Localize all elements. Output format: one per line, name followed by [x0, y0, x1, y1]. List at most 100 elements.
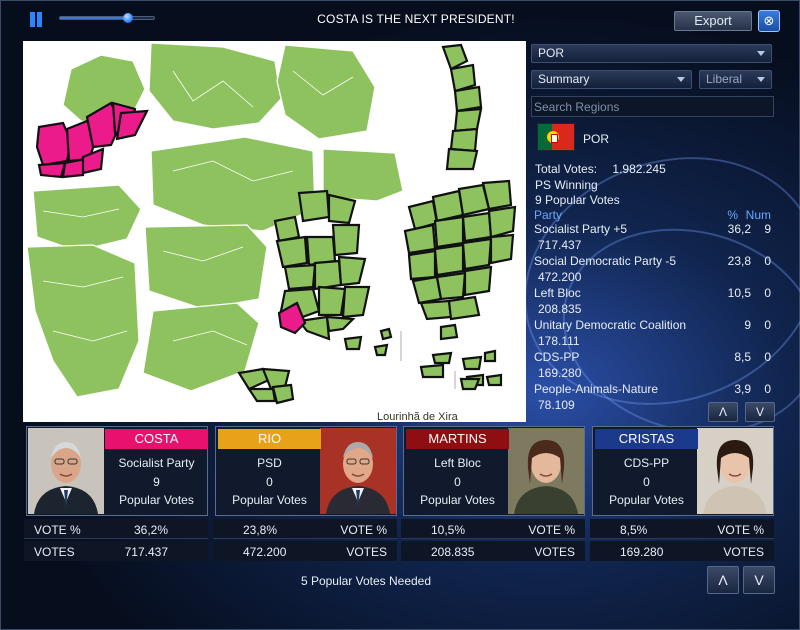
candidate-photo [508, 428, 584, 514]
map-highlight-cluster[interactable] [35, 101, 149, 179]
candidate-votes-label: Popular Votes [119, 493, 194, 507]
candidate-card[interactable]: CRISTAS CDS-PP 0 Popular Votes [592, 426, 774, 516]
candidate-card[interactable]: COSTA Socialist Party 9 Popular Votes [26, 426, 208, 516]
votes-row: VOTES 208.835 [401, 541, 585, 561]
map-district-aveiro[interactable] [32, 184, 142, 252]
candidate-scroll-up-button[interactable]: Λ [707, 566, 739, 594]
party-name: CDS-PP [534, 350, 580, 364]
close-button[interactable]: ⊗ [758, 10, 780, 32]
view-select[interactable]: Summary [531, 70, 692, 89]
candidate-card[interactable]: MARTINS Left Bloc 0 Popular Votes [403, 426, 585, 516]
candidate-party: Socialist Party [118, 456, 195, 470]
stat-value: 10,5% [431, 523, 466, 537]
party-votes: 472.200 [538, 270, 582, 284]
party-percent: 23,8 [727, 254, 751, 268]
party-percent: 8,5 [734, 350, 751, 364]
stat-label: VOTE % [340, 523, 387, 537]
vote-percent-row: VOTE % 8,5% [590, 519, 774, 539]
stat-label: VOTES [34, 545, 75, 559]
country-flag-icon [537, 123, 575, 151]
candidate-name: CRISTAS [595, 429, 698, 449]
stat-value: 472.200 [243, 545, 287, 559]
party-num: 0 [764, 254, 771, 268]
party-name: Socialist Party +5 [534, 222, 628, 236]
stat-value: 23,8% [243, 523, 278, 537]
party-num: 0 [764, 318, 771, 332]
region-name: POR [583, 132, 610, 146]
total-votes-line: Total Votes: 1.982.245 [535, 162, 666, 176]
map-district-vilareal[interactable] [276, 44, 376, 140]
candidate-popular-votes: 0 [643, 475, 650, 489]
stat-label: VOTES [723, 545, 764, 559]
col-party: Party [534, 208, 563, 222]
stat-label: VOTE % [717, 523, 764, 537]
stat-value: 36,2% [133, 523, 168, 537]
candidate-photo [28, 428, 104, 514]
chevron-down-icon [677, 77, 685, 82]
party-name: Unitary Democratic Coalition [534, 318, 687, 332]
candidate-popular-votes: 0 [454, 475, 461, 489]
party-row[interactable]: Socialist Party +5 717.437 36,2 9 [531, 222, 777, 254]
popular-votes-text: 9 Popular Votes [535, 193, 620, 207]
candidate-photo [320, 428, 396, 514]
candidate-party: PSD [257, 456, 282, 470]
candidate-name: RIO [218, 429, 321, 449]
party-name: Social Democratic Party -5 [534, 254, 677, 268]
map-district-viseu[interactable] [26, 244, 140, 398]
party-num: 0 [764, 382, 771, 396]
map-district-guarda[interactable] [144, 224, 268, 310]
stat-value: 208.835 [431, 545, 475, 559]
stat-value: 169.280 [620, 545, 664, 559]
party-name: People-Animals-Nature [534, 382, 659, 396]
top-bar: COSTA IS THE NEXT PRESIDENT! Export ⊗ [1, 1, 800, 37]
view-select-value: Summary [538, 72, 590, 86]
votes-row: VOTES 472.200 [213, 541, 397, 561]
party-percent: 36,2 [727, 222, 751, 236]
ideology-select[interactable]: Liberal [699, 70, 772, 89]
party-percent: 10,5 [727, 286, 751, 300]
stat-value: 8,5% [620, 523, 648, 537]
vote-percent-row: VOTE % 10,5% [401, 519, 585, 539]
country-select[interactable]: POR [531, 44, 772, 63]
col-pct: % [727, 208, 738, 222]
party-votes: 178.111 [538, 334, 580, 348]
votes-row: VOTES 169.280 [590, 541, 774, 561]
party-list-down-button[interactable]: V [745, 402, 775, 422]
party-percent: 3,9 [734, 382, 751, 396]
candidate-name: MARTINS [406, 429, 509, 449]
candidate-popular-votes: 9 [153, 475, 160, 489]
search-regions-input[interactable] [531, 96, 774, 117]
total-votes-value: 1.982.245 [612, 162, 666, 176]
election-map[interactable]: Lourinhã de Xira [23, 41, 526, 422]
party-votes: 78.109 [538, 398, 575, 412]
party-votes: 717.437 [538, 238, 582, 252]
vote-percent-row: VOTE % 23,8% [213, 519, 397, 539]
candidate-votes-label: Popular Votes [420, 493, 495, 507]
party-row[interactable]: Unitary Democratic Coalition 178.111 9 0 [531, 318, 777, 350]
map-hover-label: Lourinhã de Xira [377, 411, 458, 422]
flag-emblem [547, 131, 559, 143]
country-select-value: POR [538, 46, 565, 60]
party-votes: 169.280 [538, 366, 582, 380]
col-num: Num [745, 208, 771, 222]
party-row[interactable]: People-Animals-Nature 78.109 3,9 0 [531, 382, 777, 414]
party-row[interactable]: CDS-PP 169.280 8,5 0 [531, 350, 777, 382]
candidate-party: Left Bloc [434, 456, 481, 470]
export-button[interactable]: Export [674, 11, 752, 31]
candidate-photo [697, 428, 773, 514]
party-list-up-button[interactable]: Λ [708, 402, 738, 422]
vote-percent-row: VOTE % 36,2% [24, 519, 208, 539]
votes-row: VOTES 717.437 [24, 541, 208, 561]
map-canvas[interactable] [23, 41, 526, 422]
candidate-scroll-down-button[interactable]: V [743, 566, 775, 594]
candidate-votes-label: Popular Votes [609, 493, 684, 507]
party-name: Left Bloc [534, 286, 581, 300]
total-votes-label: Total Votes: [535, 162, 598, 176]
candidate-card[interactable]: RIO PSD 0 Popular Votes [215, 426, 397, 516]
party-row[interactable]: Social Democratic Party -5 472.200 23,8 0 [531, 254, 777, 286]
stat-label: VOTE % [528, 523, 575, 537]
map-district-braganca[interactable] [322, 148, 404, 202]
winning-text: PS Winning [535, 178, 598, 192]
party-row[interactable]: Left Bloc 208.835 10,5 0 [531, 286, 777, 318]
party-num: 9 [764, 222, 771, 236]
